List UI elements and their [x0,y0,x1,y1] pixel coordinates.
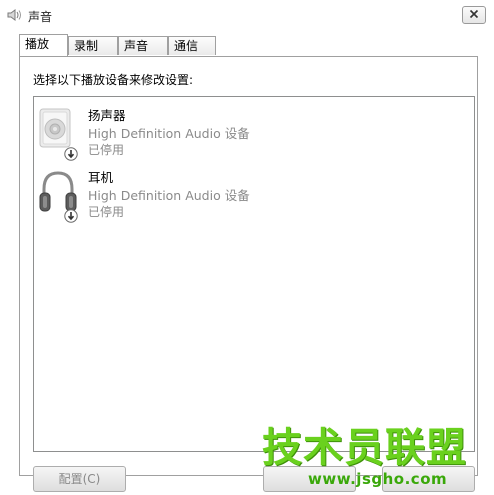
device-description: High Definition Audio 设备 [88,126,250,141]
window-title: 声音 [28,10,53,24]
device-status: 已停用 [88,143,125,157]
tab-playback[interactable]: 播放 [19,34,68,56]
device-list[interactable]: 扬声器 High Definition Audio 设备 已停用 耳机 High… [33,96,475,452]
tab-sounds[interactable]: 声音 [118,36,168,55]
title-bar: 声音 [0,0,494,30]
watermark-url: www.jsgho.com [308,470,448,488]
device-description: High Definition Audio 设备 [88,188,250,203]
configure-button[interactable]: 配置(C) [33,466,126,492]
speaker-icon [7,8,23,22]
device-status: 已停用 [88,205,125,219]
device-name: 耳机 [88,170,114,185]
tab-recording[interactable]: 录制 [68,36,118,55]
watermark-main-text: 技术员联盟 [262,425,467,471]
tab-communications[interactable]: 通信 [168,36,216,55]
device-item-headphones[interactable]: 耳机 High Definition Audio 设备 已停用 [34,165,454,223]
disabled-arrow-icon [64,209,78,223]
instruction-text: 选择以下播放设备来修改设置: [33,73,194,87]
device-item-speakers[interactable]: 扬声器 High Definition Audio 设备 已停用 [34,103,454,161]
watermark-logo: 技术员联盟 www.jsgho.com [262,426,482,492]
disabled-arrow-icon [64,147,78,161]
close-button[interactable] [462,6,486,24]
device-name: 扬声器 [88,108,126,123]
close-icon [469,8,479,22]
